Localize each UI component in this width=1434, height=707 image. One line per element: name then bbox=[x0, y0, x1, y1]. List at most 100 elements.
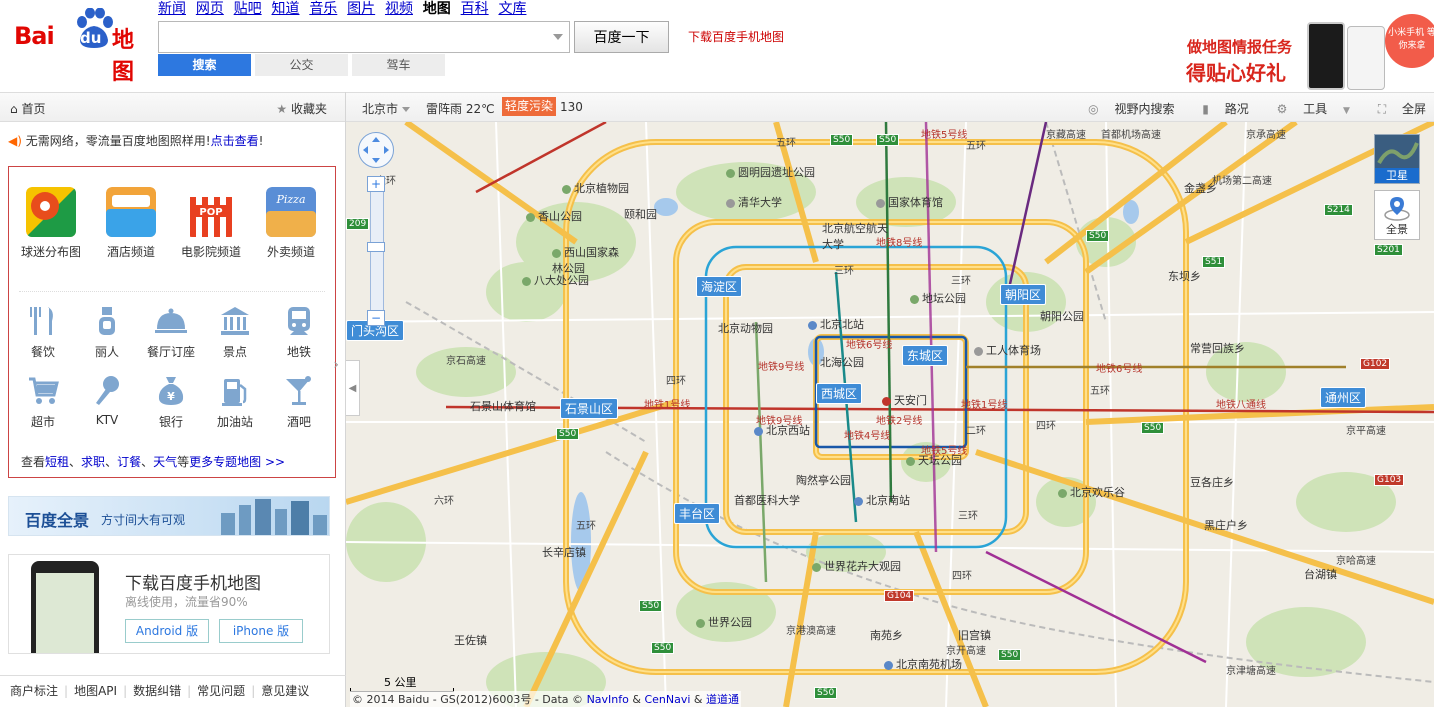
cennavi-link[interactable]: CenNavi bbox=[644, 693, 690, 706]
home-button[interactable]: ⌂ 首页 bbox=[10, 100, 45, 117]
more-link-rental[interactable]: 短租 bbox=[45, 455, 69, 469]
panorama-view-button[interactable]: 全景 bbox=[1374, 190, 1420, 240]
iphone-download-button[interactable]: iPhone 版 bbox=[219, 619, 303, 643]
place-label[interactable]: 颐和园 bbox=[624, 206, 657, 222]
nav-news[interactable]: 新闻 bbox=[158, 0, 186, 18]
topics-next-arrow-icon[interactable]: › bbox=[333, 357, 339, 373]
favorites-button[interactable]: ★ 收藏夹 bbox=[276, 100, 327, 117]
nav-web[interactable]: 网页 bbox=[196, 0, 224, 18]
android-download-button[interactable]: Android 版 bbox=[125, 619, 209, 643]
baidu-map-logo[interactable]: Bai du 地图 bbox=[14, 8, 150, 85]
nav-zhidao[interactable]: 知道 bbox=[271, 0, 299, 18]
nav-video[interactable]: 视频 bbox=[385, 0, 413, 18]
nav-music[interactable]: 音乐 bbox=[309, 0, 337, 18]
daodao-link[interactable]: 道道通 bbox=[706, 693, 739, 706]
topic-reservation[interactable]: 餐厅订座 bbox=[139, 305, 203, 360]
place-label[interactable]: 北京北站 bbox=[808, 316, 864, 332]
topic-dining[interactable]: 餐饮 bbox=[11, 305, 75, 360]
zoom-out-button[interactable]: − bbox=[367, 310, 385, 326]
pan-control[interactable] bbox=[358, 132, 394, 168]
place-label[interactable]: 地坛公园 bbox=[910, 290, 966, 306]
district-label[interactable]: 朝阳区 bbox=[1000, 284, 1047, 305]
place-label[interactable]: 朝阳公园 bbox=[1040, 308, 1084, 324]
nav-wenku[interactable]: 文库 bbox=[498, 0, 526, 18]
search-input[interactable] bbox=[159, 22, 544, 52]
footer-feedback[interactable]: 意见建议 bbox=[261, 676, 309, 706]
place-label[interactable]: 香山公园 bbox=[526, 208, 582, 224]
more-topics-link[interactable]: 更多专题地图 >> bbox=[189, 455, 285, 469]
footer-merchant[interactable]: 商户标注 bbox=[10, 676, 58, 706]
zoom-slider-handle[interactable] bbox=[367, 242, 385, 252]
place-label[interactable]: 黑庄户乡 bbox=[1204, 517, 1248, 533]
place-label[interactable]: 世界公园 bbox=[696, 614, 752, 630]
more-link-jobs[interactable]: 求职 bbox=[81, 455, 105, 469]
promo-banner[interactable]: 做地图情报任务 得贴心好礼 小米手机 等你来拿 bbox=[1180, 0, 1434, 90]
download-mobile-map-link[interactable]: 下载百度手机地图 bbox=[688, 28, 784, 45]
place-label[interactable]: 常营回族乡 bbox=[1190, 340, 1245, 356]
district-label[interactable]: 通州区 bbox=[1320, 387, 1367, 408]
tab-transit[interactable]: 公交 bbox=[255, 54, 348, 76]
place-label[interactable]: 旧宫镇 bbox=[958, 627, 991, 643]
place-label[interactable]: 首都医科大学 bbox=[734, 492, 800, 508]
traffic-button[interactable]: ▮ 路况 bbox=[1190, 102, 1248, 116]
tab-drive[interactable]: 驾车 bbox=[352, 54, 445, 76]
topic-supermarket[interactable]: 超市 bbox=[11, 375, 75, 430]
search-button[interactable]: 百度一下 bbox=[574, 21, 669, 53]
district-label[interactable]: 西城区 bbox=[816, 383, 863, 404]
place-label[interactable]: 北京南站 bbox=[854, 492, 910, 508]
place-label[interactable]: 圆明园遗址公园 bbox=[726, 164, 815, 180]
district-label[interactable]: 石景山区 bbox=[560, 398, 619, 419]
more-link-order[interactable]: 订餐 bbox=[117, 455, 141, 469]
topic-football-map[interactable]: 球迷分布图 bbox=[11, 187, 91, 260]
footer-faq[interactable]: 常见问题 bbox=[197, 676, 245, 706]
topic-subway[interactable]: 地铁 bbox=[267, 305, 331, 360]
place-label[interactable]: 北京西站 bbox=[754, 422, 810, 438]
place-label[interactable]: 王佐镇 bbox=[454, 632, 487, 648]
notice-link[interactable]: 点击查看 bbox=[211, 134, 259, 148]
place-label[interactable]: 长辛店镇 bbox=[542, 544, 586, 560]
topic-hotel[interactable]: 酒店频道 bbox=[91, 187, 171, 260]
topic-ktv[interactable]: KTV bbox=[75, 375, 139, 427]
search-history-dropdown-icon[interactable] bbox=[553, 34, 563, 40]
place-label[interactable]: 北海公园 bbox=[820, 354, 864, 370]
district-label[interactable]: 丰台区 bbox=[674, 503, 721, 524]
place-label[interactable]: 南苑乡 bbox=[870, 627, 903, 643]
city-selector[interactable]: 北京市 bbox=[362, 100, 411, 117]
topic-takeout[interactable]: Pizza 外卖频道 bbox=[251, 187, 331, 260]
district-label[interactable]: 东城区 bbox=[902, 345, 949, 366]
footer-api[interactable]: 地图API bbox=[74, 676, 117, 706]
nav-tieba[interactable]: 贴吧 bbox=[234, 0, 262, 18]
fullscreen-button[interactable]: ⛶ 全屏 bbox=[1366, 102, 1426, 116]
place-label[interactable]: 北京动物园 bbox=[718, 320, 773, 336]
panorama-banner[interactable]: 百度全景 方寸间大有可观 bbox=[8, 496, 330, 536]
place-label[interactable]: 清华大学 bbox=[726, 194, 782, 210]
nav-images[interactable]: 图片 bbox=[347, 0, 375, 18]
navinfo-link[interactable]: NavInfo bbox=[587, 693, 629, 706]
place-label[interactable]: 天坛公园 bbox=[906, 452, 962, 468]
place-label[interactable]: 国家体育馆 bbox=[876, 194, 943, 210]
place-label[interactable]: 工人体育场 bbox=[974, 342, 1041, 358]
nav-baike[interactable]: 百科 bbox=[461, 0, 489, 18]
nav-map[interactable]: 地图 bbox=[423, 0, 451, 18]
place-label[interactable]: 豆各庄乡 bbox=[1190, 474, 1234, 490]
search-in-view-button[interactable]: ◎ 视野内搜索 bbox=[1076, 102, 1174, 116]
place-label[interactable]: 台湖镇 bbox=[1304, 566, 1337, 582]
topic-attraction[interactable]: 景点 bbox=[203, 305, 267, 360]
topic-gas-station[interactable]: 加油站 bbox=[203, 375, 267, 430]
place-label[interactable]: 北京欢乐谷 bbox=[1058, 484, 1125, 500]
more-link-weather[interactable]: 天气 bbox=[153, 455, 177, 469]
zoom-in-button[interactable]: + bbox=[367, 176, 385, 192]
district-label[interactable]: 海淀区 bbox=[696, 276, 743, 297]
place-label[interactable]: 北京航空航天大学 bbox=[822, 220, 892, 252]
place-label[interactable]: 东坝乡 bbox=[1168, 268, 1201, 284]
place-label[interactable]: 陶然亭公园 bbox=[796, 472, 851, 488]
tools-button[interactable]: ⚙ 工具 ▼ bbox=[1265, 102, 1350, 116]
tab-search[interactable]: 搜索 bbox=[158, 54, 251, 76]
satellite-view-button[interactable]: 卫星 bbox=[1374, 134, 1420, 184]
place-label[interactable]: 八大处公园 bbox=[522, 272, 589, 288]
place-label[interactable]: 北京植物园 bbox=[562, 180, 629, 196]
topic-cinema[interactable]: POP 电影院频道 bbox=[171, 187, 251, 260]
place-label[interactable]: 世界花卉大观园 bbox=[812, 558, 901, 574]
map-canvas[interactable]: 五环 四环 三环 二环 三环 四环 五环 六环 五环 四环 三环 六环 五环 地… bbox=[346, 122, 1434, 707]
place-label[interactable]: 金盏乡 bbox=[1184, 180, 1217, 196]
